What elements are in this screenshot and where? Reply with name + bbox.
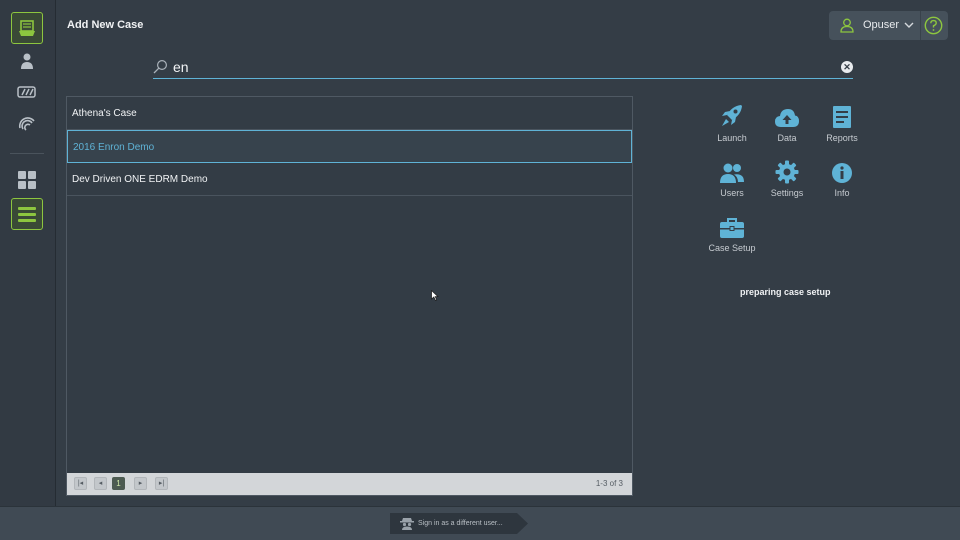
users-nav-button[interactable] (11, 45, 43, 77)
case-file-icon (19, 20, 35, 36)
users-icon (720, 163, 744, 183)
help-icon[interactable] (924, 16, 943, 35)
info-label: Info (834, 188, 850, 198)
gear-icon (775, 160, 799, 184)
briefcase-icon (720, 218, 744, 238)
search-icon (153, 59, 168, 74)
case-setup-button[interactable]: Case Setup (704, 213, 760, 253)
user-icon (21, 53, 33, 69)
users-button[interactable]: Users (704, 158, 760, 198)
users-label: Users (720, 188, 744, 198)
page-count: 1-3 of 3 (595, 479, 623, 488)
info-icon (832, 163, 852, 183)
case-name: Dev Driven ONE EDRM Demo (72, 174, 208, 185)
battery-icon (17, 86, 36, 98)
user-menu-divider (920, 11, 921, 40)
previous-page-button[interactable]: ◂ (94, 477, 107, 490)
sidebar-divider (10, 153, 44, 154)
spy-user-icon (400, 518, 414, 530)
data-label: Data (777, 133, 797, 143)
list-view-button[interactable] (11, 198, 43, 230)
launch-label: Launch (717, 133, 747, 143)
report-icon (833, 106, 851, 128)
mouse-cursor-icon (431, 290, 439, 301)
pagination: |◂ ◂ 1 ▸ ▸| 1-3 of 3 (67, 473, 632, 495)
reports-button[interactable]: Reports (814, 103, 870, 143)
sign-in-different-user-button[interactable]: Sign in as a different user... (390, 513, 528, 534)
case-row-athenas-case[interactable]: Athena's Case (67, 97, 632, 130)
user-menu[interactable]: Opuser (829, 11, 948, 40)
processing-nav-button[interactable] (11, 76, 43, 108)
sign-in-label: Sign in as a different user... (418, 520, 503, 527)
settings-label: Settings (770, 188, 804, 198)
data-button[interactable]: Data (759, 103, 815, 143)
page-number-button[interactable]: 1 (112, 477, 125, 490)
rocket-icon (722, 105, 742, 126)
case-name: Athena's Case (72, 108, 137, 119)
search-input[interactable] (173, 57, 833, 77)
status-message: preparing case setup (740, 287, 831, 297)
tile-view-button[interactable] (11, 164, 43, 196)
info-button[interactable]: Info (814, 158, 870, 198)
analytics-nav-button[interactable] (11, 108, 43, 140)
reports-label: Reports (826, 133, 858, 143)
next-page-button[interactable]: ▸ (134, 477, 147, 490)
cases-nav-button[interactable] (11, 12, 43, 44)
case-row-dev-driven-one-edrm-demo[interactable]: Dev Driven ONE EDRM Demo (67, 163, 632, 196)
user-name: Opuser (863, 19, 900, 31)
list-icon (18, 207, 36, 222)
sidebar (0, 0, 56, 506)
first-page-button[interactable]: |◂ (74, 477, 87, 490)
case-search: ✕ (153, 56, 853, 79)
case-list: Athena's Case 2016 Enron Demo Dev Driven… (66, 96, 633, 496)
fingerprint-icon (18, 117, 35, 131)
chevron-down-icon (904, 22, 914, 28)
page-title: Add New Case (67, 19, 144, 31)
clear-search-icon[interactable]: ✕ (841, 61, 853, 73)
case-row-2016-enron-demo[interactable]: 2016 Enron Demo (67, 130, 632, 163)
case-setup-label: Case Setup (708, 243, 756, 253)
case-name: 2016 Enron Demo (73, 142, 155, 153)
footer: Sign in as a different user... (0, 506, 960, 540)
cloud-upload-icon (775, 109, 799, 127)
launch-button[interactable]: Launch (704, 103, 760, 143)
settings-button[interactable]: Settings (759, 158, 815, 198)
grid-icon (18, 171, 36, 189)
last-page-button[interactable]: ▸| (155, 477, 168, 490)
user-icon (840, 18, 854, 33)
